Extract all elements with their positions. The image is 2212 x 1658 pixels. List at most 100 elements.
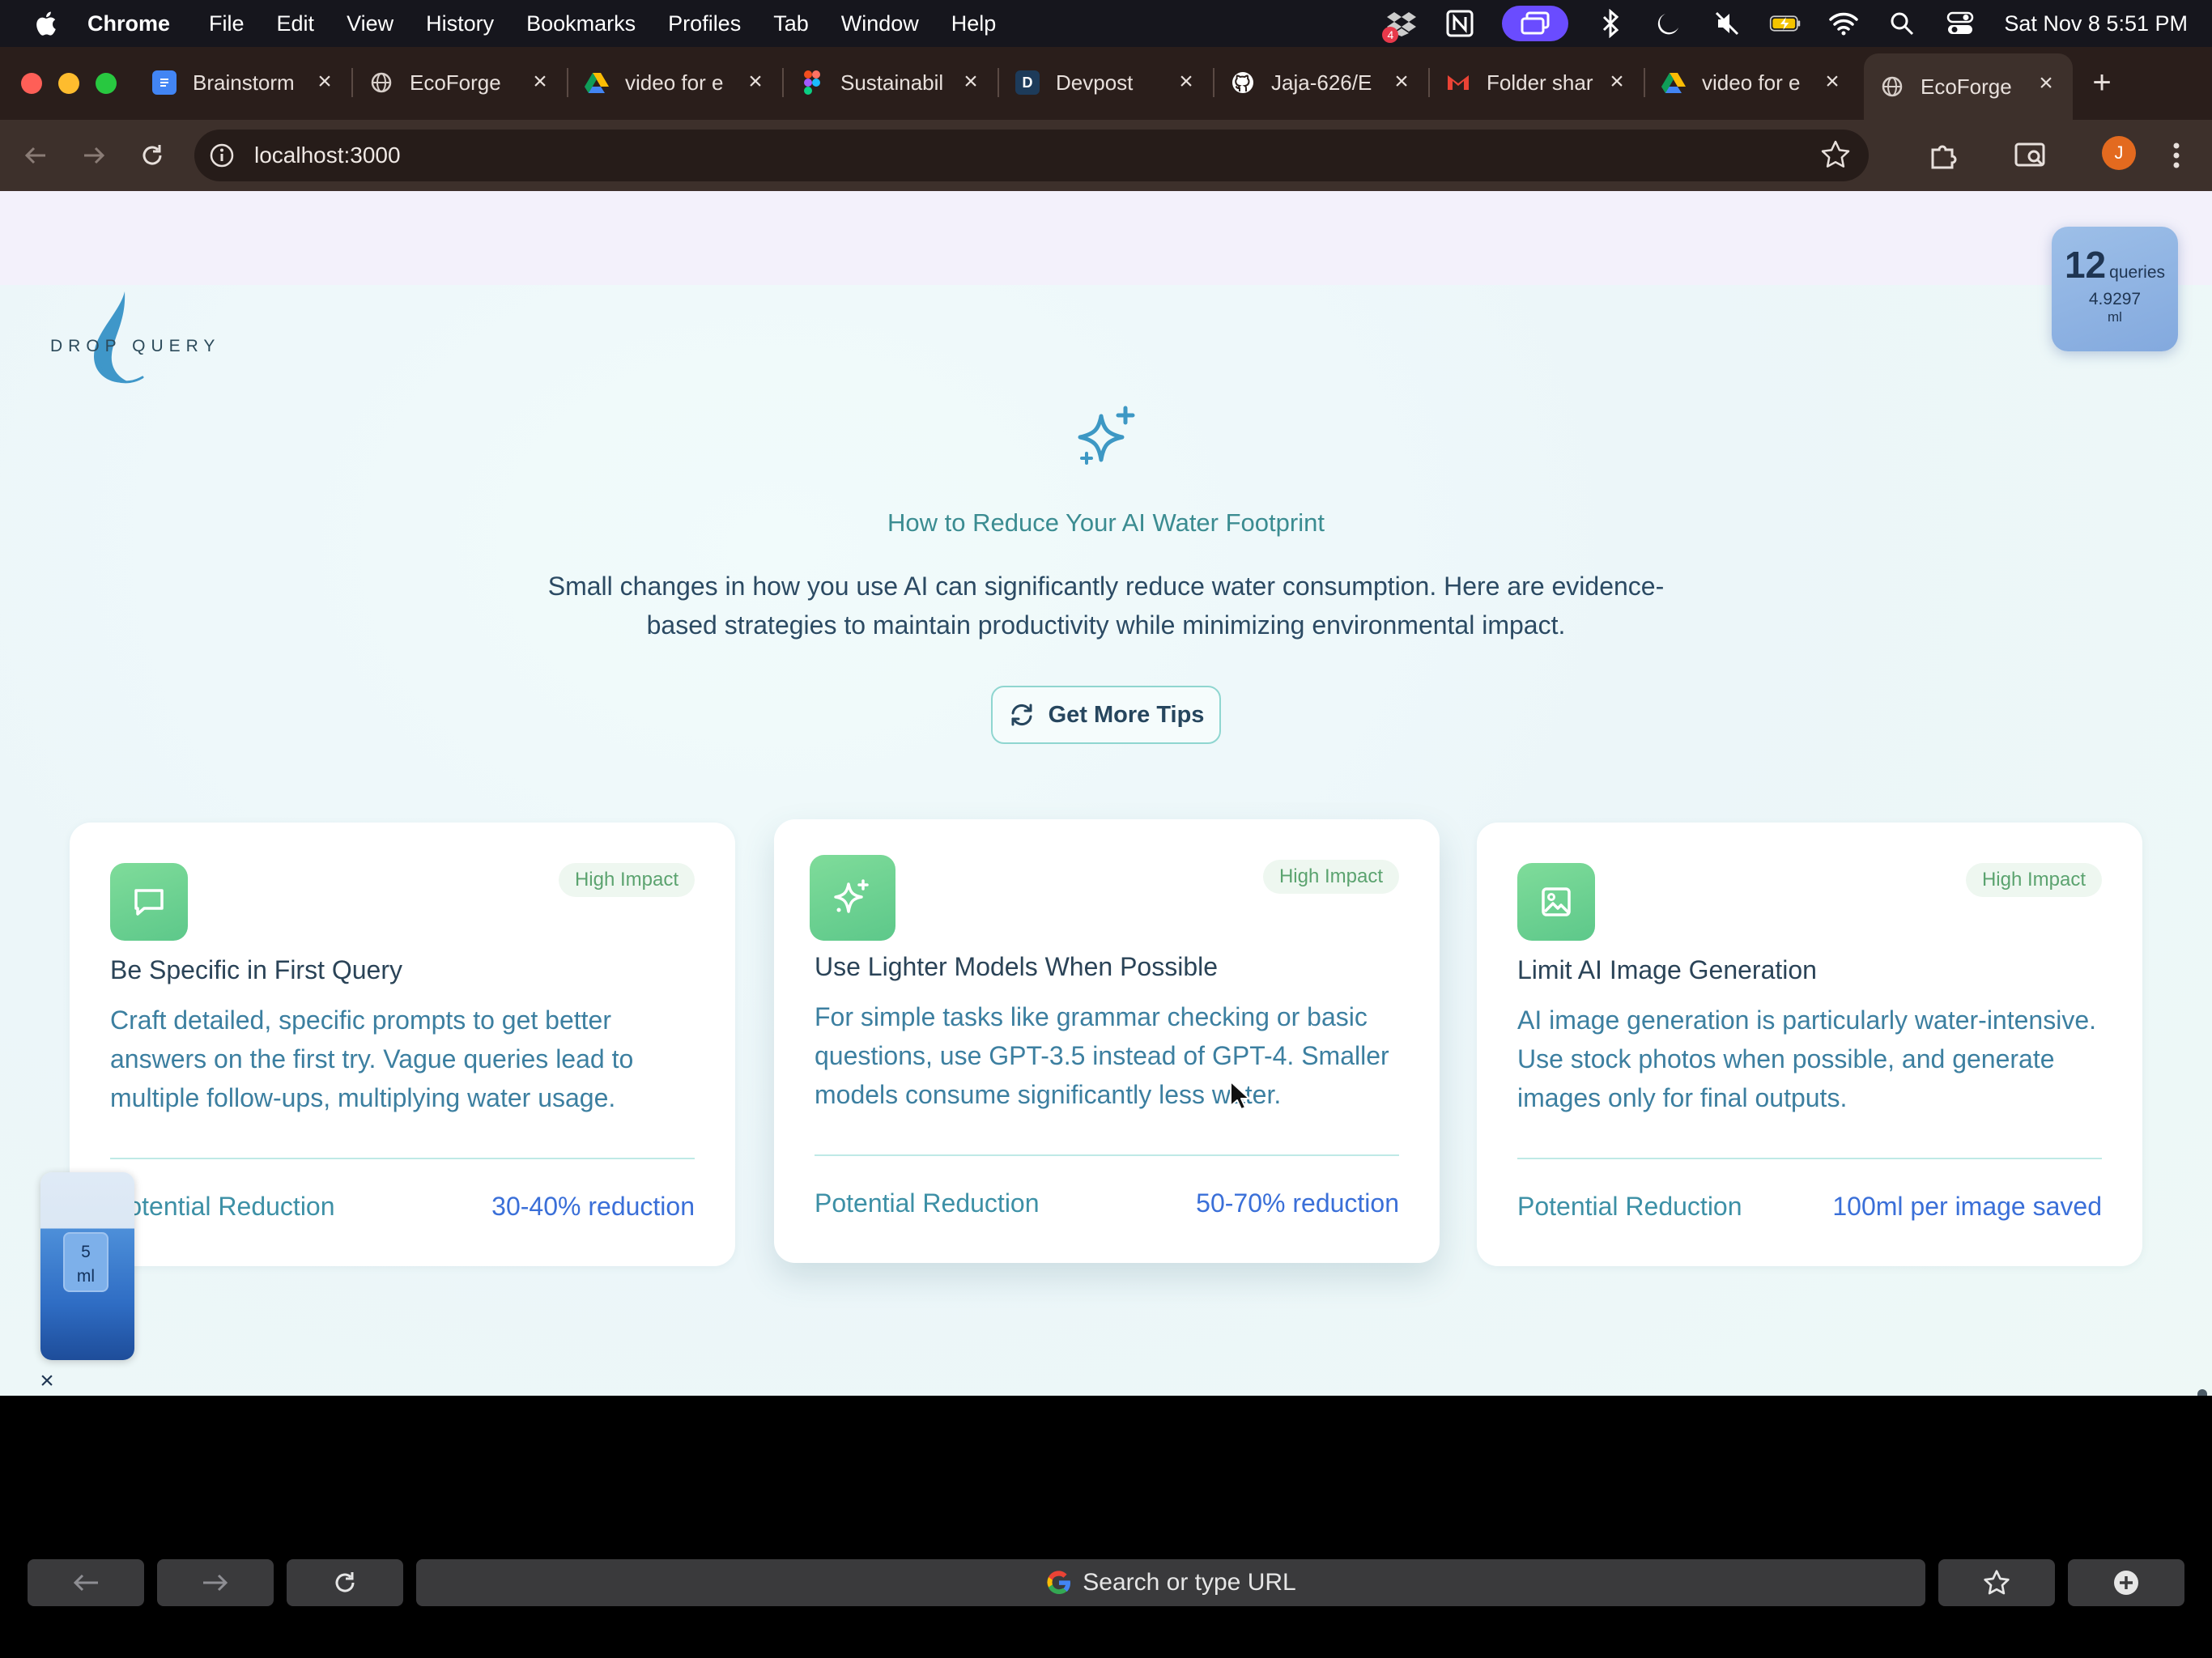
tab-title: EcoForge — [410, 70, 501, 95]
gmail-icon — [1446, 70, 1470, 95]
potential-reduction-value: 100ml per image saved — [1832, 1192, 2102, 1221]
get-more-tips-button[interactable]: Get More Tips — [991, 686, 1221, 744]
menu-help[interactable]: Help — [951, 11, 997, 36]
tab-close-icon[interactable]: × — [2034, 71, 2058, 96]
notion-icon[interactable] — [1444, 7, 1476, 40]
tip-card-title: Limit AI Image Generation — [1517, 955, 1817, 984]
reload-icon[interactable] — [133, 136, 172, 175]
bottom-add-button[interactable] — [2068, 1559, 2184, 1606]
mouse-cursor-icon — [1229, 1080, 1252, 1112]
menu-app-name[interactable]: Chrome — [87, 11, 170, 36]
window-minimize-button[interactable] — [58, 73, 79, 94]
address-bar[interactable]: localhost:3000 — [194, 130, 1869, 181]
tab-close-icon[interactable]: × — [1820, 70, 1844, 94]
tab-title: Folder shar — [1487, 70, 1593, 95]
menu-bookmarks[interactable]: Bookmarks — [526, 11, 636, 36]
menu-tab[interactable]: Tab — [773, 11, 809, 36]
menu-view[interactable]: View — [347, 11, 393, 36]
apple-icon[interactable] — [31, 7, 63, 40]
water-usage-value: 4.9297 — [2088, 290, 2142, 308]
tip-card-limit-image-generation[interactable]: High Impact Limit AI Image Generation AI… — [1477, 823, 2142, 1266]
page-viewport: DROP QUERY 12 queries 4.9297 ml How to R… — [0, 191, 2212, 1396]
page-scrollbar[interactable] — [2197, 1389, 2207, 1396]
chrome-menu-icon[interactable] — [2157, 136, 2196, 175]
tab-github[interactable]: Jaja-626/E × — [1214, 58, 1428, 107]
dropbox-icon[interactable]: 4 — [1382, 7, 1418, 43]
potential-reduction-label: Potential Reduction — [110, 1192, 335, 1221]
tab-ecoforge[interactable]: EcoForge × — [353, 58, 567, 107]
tab-close-icon[interactable]: × — [528, 70, 552, 94]
tab-video-for-e-2[interactable]: video for e × — [1645, 58, 1859, 107]
sparkle-icon — [810, 855, 895, 941]
tab-brainstorm[interactable]: Brainstorm × — [136, 58, 351, 107]
tip-card-divider — [1517, 1158, 2102, 1159]
bottom-search-bar[interactable]: Search or type URL — [416, 1559, 1925, 1606]
tab-close-icon[interactable]: × — [959, 70, 983, 94]
query-count-label: queries — [2109, 263, 2166, 282]
bookmark-star-icon[interactable] — [1820, 139, 1851, 170]
tip-card-lighter-models[interactable]: High Impact Use Lighter Models When Poss… — [774, 819, 1440, 1263]
forward-arrow-icon[interactable] — [74, 136, 113, 175]
menu-bar-status-area: 4 Sat Nov 8 5:51 PM — [1359, 0, 2188, 47]
water-widget-value: 5 — [81, 1243, 91, 1261]
macos-menu-bar: Chrome File Edit View History Bookmarks … — [0, 0, 2212, 47]
impact-badge: High Impact — [558, 863, 695, 897]
battery-charging-icon[interactable] — [1769, 7, 1802, 40]
tab-close-icon[interactable]: × — [1605, 70, 1629, 94]
bottom-forward-button[interactable] — [157, 1559, 274, 1606]
lower-dark-area — [0, 1457, 2212, 1658]
menu-file[interactable]: File — [209, 11, 245, 36]
new-tab-button[interactable]: + — [2086, 66, 2118, 99]
menu-history[interactable]: History — [426, 11, 494, 36]
water-widget-readout: 5 ml — [63, 1232, 108, 1292]
address-url[interactable]: localhost:3000 — [254, 142, 401, 168]
menu-edit[interactable]: Edit — [277, 11, 315, 36]
menu-bar-clock[interactable]: Sat Nov 8 5:51 PM — [2004, 11, 2188, 36]
spotlight-search-icon[interactable] — [1886, 7, 1918, 40]
tab-ecoforge-active[interactable]: EcoForge × — [1864, 53, 2073, 120]
profile-avatar[interactable]: J — [2102, 136, 2136, 170]
section-title: How to Reduce Your AI Water Footprint — [887, 508, 1325, 537]
screen-share-icon[interactable] — [1502, 6, 1569, 41]
tab-video-for-e[interactable]: video for e × — [568, 58, 782, 107]
bottom-bookmark-button[interactable] — [1938, 1559, 2055, 1606]
query-count: 12 — [2064, 244, 2107, 286]
bluetooth-icon[interactable] — [1594, 7, 1627, 40]
section-description: Small changes in how you use AI can sign… — [547, 572, 1665, 640]
bottom-reload-button[interactable] — [287, 1559, 403, 1606]
tip-card-title: Be Specific in First Query — [110, 955, 402, 984]
query-count-row: 12 queries — [2052, 243, 2178, 287]
window-close-button[interactable] — [21, 73, 42, 94]
tab-title: Jaja-626/E — [1271, 70, 1372, 95]
back-arrow-icon[interactable] — [16, 136, 55, 175]
tab-folder-shared[interactable]: Folder shar × — [1430, 58, 1644, 107]
control-center-icon[interactable] — [1944, 7, 1976, 40]
tip-card-be-specific[interactable]: High Impact Be Specific in First Query C… — [70, 823, 735, 1266]
devpost-icon: D — [1015, 70, 1040, 95]
bottom-back-button[interactable] — [28, 1559, 144, 1606]
menu-profiles[interactable]: Profiles — [668, 11, 741, 36]
potential-reduction-label: Potential Reduction — [815, 1188, 1040, 1218]
site-info-icon[interactable] — [206, 139, 238, 172]
side-panel-search-icon[interactable] — [2011, 136, 2050, 175]
tab-sustainability[interactable]: Sustainabil × — [784, 58, 998, 107]
tab-close-icon[interactable]: × — [1174, 70, 1198, 94]
wifi-icon[interactable] — [1827, 7, 1860, 40]
tab-close-icon[interactable]: × — [313, 70, 337, 94]
tab-title: Devpost — [1056, 70, 1134, 95]
tab-devpost[interactable]: D Devpost × — [999, 58, 1213, 107]
water-widget-close-button[interactable]: × — [37, 1369, 57, 1393]
tab-title: video for e — [625, 70, 724, 95]
tab-close-icon[interactable]: × — [743, 70, 768, 94]
query-counter-widget[interactable]: 12 queries 4.9297 ml — [2052, 227, 2178, 351]
water-level-widget[interactable]: 5 ml — [40, 1172, 134, 1360]
tab-title: Brainstorm — [193, 70, 295, 95]
mute-speaker-icon[interactable] — [1711, 7, 1743, 40]
tab-close-icon[interactable]: × — [1389, 70, 1414, 94]
extensions-puzzle-icon[interactable] — [1924, 136, 1963, 175]
tip-card-description: For simple tasks like grammar checking o… — [815, 1002, 1389, 1109]
menu-window[interactable]: Window — [841, 11, 919, 36]
focus-moon-icon[interactable] — [1653, 7, 1685, 40]
window-zoom-button[interactable] — [96, 73, 117, 94]
tip-card-description: AI image generation is particularly wate… — [1517, 1005, 2096, 1112]
